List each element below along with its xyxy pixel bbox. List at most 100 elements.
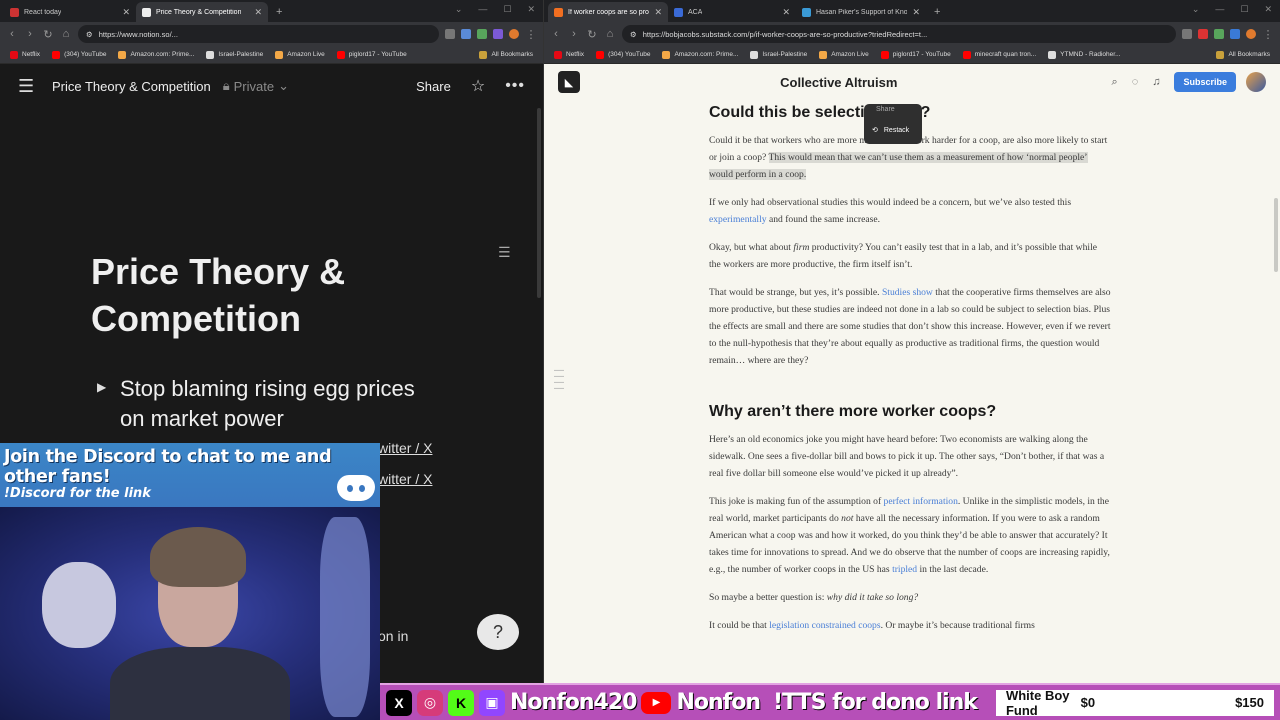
minimize-icon[interactable]: — xyxy=(478,4,487,15)
all-bookmarks[interactable]: All Bookmarks xyxy=(479,50,533,59)
maximize-icon[interactable]: ☐ xyxy=(503,4,511,15)
publication-title[interactable]: Collective Altruism xyxy=(580,75,1098,90)
extension-icon[interactable] xyxy=(1230,29,1240,39)
extension-icon[interactable] xyxy=(461,29,471,39)
article-link[interactable]: tripled xyxy=(892,564,917,575)
more-options-icon[interactable]: ••• xyxy=(505,77,525,95)
tab-search-icon[interactable]: ⌄ xyxy=(455,4,463,15)
new-tab-button[interactable]: + xyxy=(268,2,290,22)
bookmark-item[interactable]: Amazon.com: Prime... xyxy=(662,50,738,59)
tab-price-theory[interactable]: Price Theory & Competition ✕ xyxy=(136,2,268,22)
bookmark-item[interactable]: YTMND - Radioher... xyxy=(1048,50,1121,59)
maximize-icon[interactable]: ☐ xyxy=(1240,4,1248,15)
close-icon[interactable]: ✕ xyxy=(254,7,262,18)
help-button[interactable]: ? xyxy=(477,614,519,650)
forward-icon[interactable]: › xyxy=(24,28,36,40)
favorite-star-icon[interactable]: ☆ xyxy=(471,76,485,96)
drag-handle-icon[interactable]: — — — — xyxy=(554,366,564,394)
article-link[interactable]: legislation constrained coops xyxy=(769,620,880,631)
goal-target: $150 xyxy=(1235,695,1264,710)
back-icon[interactable]: ‹ xyxy=(6,28,18,40)
tab-hasan-piker[interactable]: Hasan Piker's Support of Know... ✕ xyxy=(796,2,926,22)
tab-react-today[interactable]: React today ✕ xyxy=(4,2,136,22)
tab-search-icon[interactable]: ⌄ xyxy=(1192,4,1200,15)
tts-command-text: !TTS for dono link xyxy=(773,690,978,715)
chat-icon[interactable]: ◌ xyxy=(1132,76,1139,88)
extension-icon[interactable] xyxy=(445,29,455,39)
bookmark-item[interactable]: Amazon.com: Prime... xyxy=(118,50,194,59)
extension-icon[interactable] xyxy=(1198,29,1208,39)
bookmark-item[interactable]: Amazon Live xyxy=(275,50,325,59)
webcam-background-figure xyxy=(320,517,370,717)
share-button[interactable]: Share xyxy=(416,79,451,94)
bell-icon[interactable]: ♫ xyxy=(1152,76,1160,88)
highlighted-text[interactable]: This would mean that we can’t use them a… xyxy=(709,152,1088,180)
address-bar[interactable]: ⚙ https://www.notion.so/... xyxy=(78,25,439,43)
scrollbar[interactable] xyxy=(1274,198,1278,272)
menu-icon[interactable]: ⋮ xyxy=(1262,28,1274,41)
new-tab-button[interactable]: + xyxy=(926,2,948,22)
reload-icon[interactable]: ↻ xyxy=(586,28,598,41)
subscribe-button[interactable]: Subscribe xyxy=(1174,72,1236,92)
paragraph: So maybe a better question is: why did i… xyxy=(709,592,919,603)
discord-command-text: !Discord for the link xyxy=(4,486,151,501)
close-window-icon[interactable]: ✕ xyxy=(527,4,535,15)
close-icon[interactable]: ✕ xyxy=(122,7,130,18)
bookmark-item[interactable]: Netflix xyxy=(554,50,584,59)
page-breadcrumb-title[interactable]: Price Theory & Competition xyxy=(52,79,211,94)
minimize-icon[interactable]: — xyxy=(1215,4,1224,15)
close-window-icon[interactable]: ✕ xyxy=(1264,4,1272,15)
site-info-icon[interactable]: ⚙ xyxy=(630,30,637,39)
extension-icon[interactable] xyxy=(1214,29,1224,39)
bookmark-item[interactable]: (304) YouTube xyxy=(596,50,650,59)
avatar[interactable] xyxy=(1246,72,1266,92)
right-bookmarks-bar: Netflix (304) YouTube Amazon.com: Prime.… xyxy=(544,46,1280,64)
bookmark-item[interactable]: (304) YouTube xyxy=(52,50,106,59)
bookmark-item[interactable]: Netflix xyxy=(10,50,40,59)
article-link[interactable]: Studies show xyxy=(882,287,933,298)
bookmark-item[interactable]: minecraft quan tron... xyxy=(962,50,1036,59)
outline-toggle-icon[interactable]: ☰ xyxy=(498,244,511,261)
bookmark-item[interactable]: piglord17 - YouTube xyxy=(880,50,951,59)
restack-option[interactable]: ⟲ Restack xyxy=(872,126,909,135)
scrollbar[interactable] xyxy=(537,108,541,298)
site-info-icon[interactable]: ⚙ xyxy=(86,30,93,39)
twitter-link[interactable]: witter / X xyxy=(378,471,432,487)
article-link[interactable]: experimentally xyxy=(709,214,767,225)
profile-avatar-icon[interactable] xyxy=(509,29,519,39)
close-icon[interactable]: ✕ xyxy=(654,7,662,18)
sidebar-toggle-icon[interactable]: ☰ xyxy=(18,76,40,97)
extension-icon[interactable] xyxy=(493,29,503,39)
privacy-dropdown[interactable]: 🔒︎ Private ⌄ xyxy=(223,78,289,94)
close-icon[interactable]: ✕ xyxy=(782,7,790,18)
toggle-block-text[interactable]: Stop blaming rising egg prices on market… xyxy=(120,374,420,434)
youtube-favicon-icon xyxy=(10,7,19,17)
page-title[interactable]: Price Theory & Competition xyxy=(91,248,431,342)
search-icon[interactable]: ⌕ xyxy=(1112,76,1118,89)
bookmark-item[interactable]: Israel-Palestine xyxy=(750,50,807,59)
bookmark-item[interactable]: Amazon Live xyxy=(819,50,869,59)
extension-icon[interactable] xyxy=(1182,29,1192,39)
section-heading: Why aren’t there more worker coops? xyxy=(709,403,997,420)
address-bar[interactable]: ⚙ https://bobjacobs.substack.com/p/if-wo… xyxy=(622,25,1176,43)
extension-icon[interactable] xyxy=(477,29,487,39)
reload-icon[interactable]: ↻ xyxy=(42,28,54,41)
bookmark-item[interactable]: piglord17 - YouTube xyxy=(336,50,407,59)
home-icon[interactable]: ⌂ xyxy=(60,28,72,40)
article-link[interactable]: perfect information xyxy=(884,496,958,507)
menu-icon[interactable]: ⋮ xyxy=(525,28,537,41)
home-icon[interactable]: ⌂ xyxy=(604,28,616,40)
bookmark-item[interactable]: Israel-Palestine xyxy=(206,50,263,59)
toggle-arrow-icon[interactable]: ▶ xyxy=(97,380,106,394)
publication-logo-icon[interactable]: ◣ xyxy=(558,71,580,93)
tab-aca[interactable]: ACA ✕ xyxy=(668,2,796,22)
back-icon[interactable]: ‹ xyxy=(550,28,562,40)
netflix-icon xyxy=(10,50,18,59)
close-icon[interactable]: ✕ xyxy=(912,7,920,18)
share-option[interactable]: Share xyxy=(876,106,895,113)
tab-worker-coops[interactable]: If worker coops are so productiv... ✕ xyxy=(548,2,668,22)
profile-avatar-icon[interactable] xyxy=(1246,29,1256,39)
twitter-link[interactable]: witter / X xyxy=(378,440,432,456)
all-bookmarks[interactable]: All Bookmarks xyxy=(1216,50,1270,59)
forward-icon[interactable]: › xyxy=(568,28,580,40)
